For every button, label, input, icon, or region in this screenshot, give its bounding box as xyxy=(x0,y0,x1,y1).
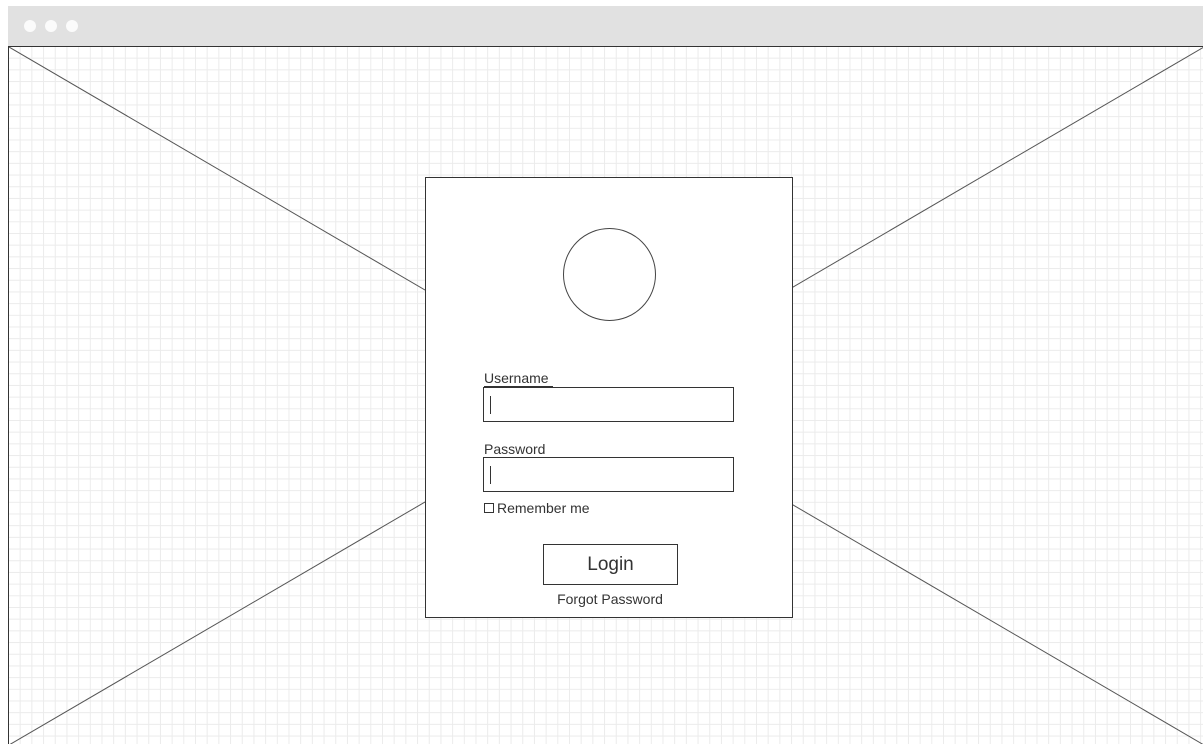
wireframe-page: Username Password Remember me Login Forg… xyxy=(0,0,1203,744)
text-caret-icon xyxy=(490,396,491,414)
remember-me-label: Remember me xyxy=(497,500,590,516)
text-caret-icon xyxy=(490,466,491,484)
login-card: Username Password Remember me Login Forg… xyxy=(425,177,793,618)
remember-me-option[interactable]: Remember me xyxy=(484,500,590,516)
window-maximize-dot-icon[interactable] xyxy=(66,20,78,32)
forgot-password-link[interactable]: Forgot Password xyxy=(426,591,794,607)
password-input[interactable] xyxy=(483,457,734,492)
login-button[interactable]: Login xyxy=(543,544,678,585)
window-minimize-dot-icon[interactable] xyxy=(45,20,57,32)
password-label: Password xyxy=(484,442,550,458)
remember-me-checkbox[interactable] xyxy=(484,503,494,513)
browser-chrome-bar xyxy=(8,6,1203,46)
avatar-icon xyxy=(563,228,656,321)
window-close-dot-icon[interactable] xyxy=(24,20,36,32)
username-label: Username xyxy=(484,371,553,387)
username-input[interactable] xyxy=(483,387,734,422)
